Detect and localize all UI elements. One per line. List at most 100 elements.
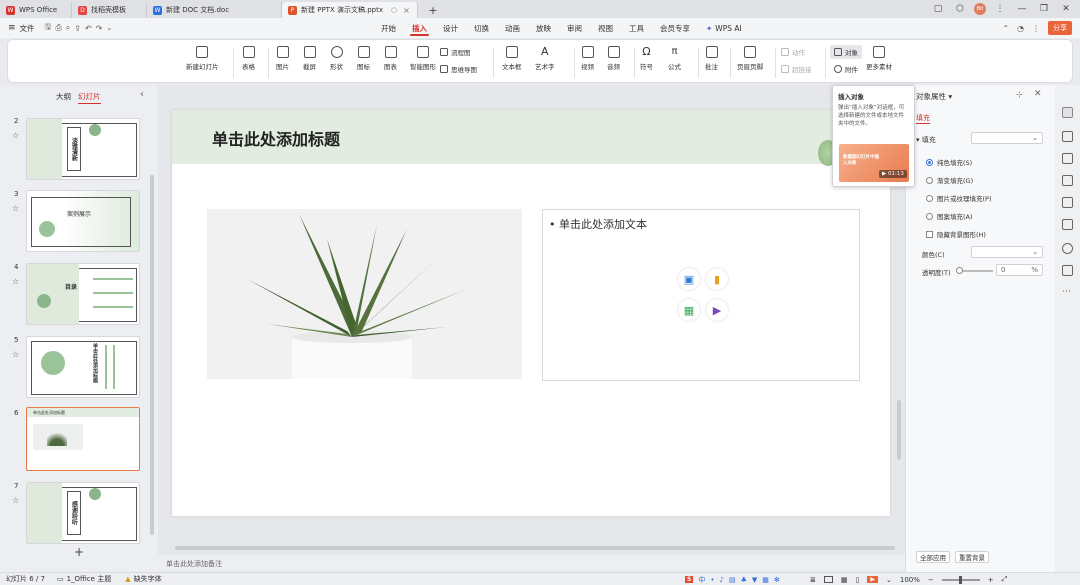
flowchart-button[interactable]: 流程图 bbox=[440, 47, 471, 57]
video-button[interactable]: 视频 bbox=[581, 46, 594, 71]
zoom-slider[interactable] bbox=[941, 575, 980, 584]
collapse-panel-icon[interactable]: ‹ bbox=[140, 89, 144, 100]
chart-button[interactable]: 图表 bbox=[384, 46, 397, 71]
tab-review[interactable]: 审阅 bbox=[559, 18, 590, 38]
slide-thumb-3[interactable]: 案例展示 bbox=[26, 190, 140, 252]
ime-punct-icon[interactable]: • bbox=[710, 576, 714, 584]
avatar[interactable]: Bit bbox=[974, 3, 986, 15]
plant-image[interactable] bbox=[207, 209, 522, 379]
symbol-button[interactable]: Ω 符号 bbox=[640, 46, 653, 72]
tab-view[interactable]: 视图 bbox=[590, 18, 621, 38]
fill-type-select[interactable]: ⌄ bbox=[971, 132, 1043, 144]
star-outline-icon[interactable] bbox=[1062, 131, 1073, 142]
reset-background-button[interactable]: 重置背景 bbox=[955, 551, 989, 563]
star-icon[interactable]: ☆ bbox=[12, 131, 19, 140]
wordart-button[interactable]: A 艺术字 bbox=[535, 46, 555, 72]
share-button[interactable]: 分享 bbox=[1048, 21, 1072, 35]
close-tab-icon[interactable]: × bbox=[403, 6, 410, 15]
thumbnail-scrollbar[interactable] bbox=[150, 175, 154, 535]
textbox-button[interactable]: 文本框 bbox=[502, 46, 522, 71]
chevron-down-icon[interactable]: ▾ bbox=[948, 92, 952, 101]
tab-transition[interactable]: 切换 bbox=[466, 18, 497, 38]
icon-button[interactable]: 图标 bbox=[357, 46, 370, 71]
tab-template[interactable]: D 找稻壳模板 bbox=[72, 2, 147, 18]
chevron-down-icon[interactable]: ⌄ bbox=[106, 24, 112, 32]
hyperlink-button[interactable]: 超链接 bbox=[781, 64, 812, 74]
missing-font[interactable]: 缺失字体 bbox=[134, 574, 162, 584]
radio-picture-fill[interactable]: 图片或纹理填充(P) bbox=[926, 193, 992, 203]
copy-icon[interactable] bbox=[1062, 153, 1073, 164]
minimize-icon[interactable]: — bbox=[1014, 4, 1030, 14]
tab-slides[interactable]: 幻灯片 bbox=[78, 91, 101, 104]
zoom-out-icon[interactable]: − bbox=[928, 576, 934, 584]
mic-icon[interactable]: ♪ bbox=[719, 576, 723, 584]
star-icon[interactable]: ☆ bbox=[12, 277, 19, 286]
box-icon[interactable]: ⬡ bbox=[952, 4, 968, 14]
star-icon[interactable]: ☆ bbox=[12, 350, 19, 359]
tab-slideshow[interactable]: 放映 bbox=[528, 18, 559, 38]
text-placeholder[interactable]: • 单击此处添加文本 ▣ ▮ ▦ ▶ bbox=[542, 209, 860, 381]
wps-ai-button[interactable]: ✦ WPS AI bbox=[698, 18, 750, 38]
slide-sorter-icon[interactable]: ▦ bbox=[841, 576, 848, 584]
insert-video-icon[interactable]: ▶ bbox=[706, 299, 728, 321]
save-icon[interactable]: 🖫 bbox=[45, 21, 52, 35]
tab-tools[interactable]: 工具 bbox=[621, 18, 652, 38]
apply-all-button[interactable]: 全部应用 bbox=[916, 551, 950, 563]
tshirt-icon[interactable]: ▼ bbox=[752, 576, 757, 584]
tab-member[interactable]: 会员专享 bbox=[652, 18, 698, 38]
canvas-vertical-scrollbar[interactable] bbox=[897, 400, 901, 460]
comment-button[interactable]: 批注 bbox=[705, 46, 718, 71]
close-window-icon[interactable]: ✕ bbox=[1058, 4, 1074, 14]
reading-view-icon[interactable]: ▯ bbox=[856, 576, 860, 584]
tab-wps-office[interactable]: W WPS Office bbox=[0, 2, 72, 18]
tab-doc[interactable]: W 新建 DOC 文档.doc bbox=[147, 2, 282, 18]
tab-pptx[interactable]: P 新建 PPTX 演示文稿.pptx ○ × bbox=[282, 2, 418, 18]
properties-icon[interactable] bbox=[1062, 107, 1073, 118]
notes-area[interactable]: 单击此处添加备注 bbox=[158, 555, 905, 570]
notification-icon[interactable]: ◔ bbox=[1017, 24, 1024, 33]
skin-icon[interactable]: ♣ bbox=[741, 576, 747, 584]
attachment-button[interactable]: 附件 bbox=[834, 64, 858, 74]
file-menu[interactable]: 文件 bbox=[20, 23, 35, 34]
tab-fill[interactable]: 填充 bbox=[916, 113, 930, 124]
header-footer-button[interactable]: 页眉页脚 bbox=[737, 46, 763, 71]
slider-handle[interactable] bbox=[956, 267, 963, 274]
radio-solid-fill[interactable]: 纯色填充(S) bbox=[926, 157, 972, 167]
slide-thumb-6[interactable]: 单击此处添加标题 bbox=[26, 407, 140, 471]
collapse-icon[interactable]: ⌃ bbox=[1002, 24, 1009, 33]
new-tab-button[interactable]: + bbox=[418, 2, 448, 18]
slideshow-play-icon[interactable]: ▶ bbox=[867, 576, 878, 583]
restore-icon[interactable]: ❐ bbox=[1036, 4, 1052, 14]
add-slide-button[interactable]: + bbox=[74, 545, 84, 559]
formula-button[interactable]: π 公式 bbox=[668, 46, 681, 71]
settings-icon[interactable] bbox=[1062, 265, 1073, 276]
color-select[interactable]: ⌄ bbox=[971, 246, 1043, 258]
normal-view-icon[interactable] bbox=[823, 576, 833, 583]
shape-button[interactable]: 形状 bbox=[330, 46, 343, 71]
layers-icon[interactable] bbox=[1062, 219, 1073, 230]
ime-chinese-icon[interactable]: 中 bbox=[698, 575, 705, 585]
slide-thumb-7[interactable]: 感谢聆听 bbox=[26, 482, 140, 544]
new-slide-button[interactable]: 新建幻灯片 bbox=[186, 46, 219, 71]
close-panel-icon[interactable]: ✕ bbox=[1034, 89, 1042, 99]
settings-gear-icon[interactable]: ✻ bbox=[774, 576, 780, 584]
tab-insert[interactable]: 插入 bbox=[404, 18, 435, 38]
pin-icon[interactable]: ⊹ bbox=[1016, 90, 1023, 99]
slide-thumb-4[interactable]: 目录 bbox=[26, 263, 140, 325]
table-button[interactable]: 表格 bbox=[242, 46, 255, 71]
tooltip-video[interactable]: 新建副幻灯片中插入对象 ▶ 01:13 bbox=[839, 144, 909, 182]
chevron-down-icon[interactable]: ⌄ bbox=[886, 576, 892, 584]
audio-button[interactable]: 音频 bbox=[607, 46, 620, 71]
print-icon[interactable]: ⎙ bbox=[55, 23, 61, 33]
action-button[interactable]: 动作 bbox=[781, 47, 805, 57]
window-icon[interactable]: ▢ bbox=[930, 4, 946, 14]
tab-animation[interactable]: 动画 bbox=[497, 18, 528, 38]
screenshot-button[interactable]: 截屏 bbox=[303, 46, 316, 71]
tab-design[interactable]: 设计 bbox=[435, 18, 466, 38]
export-icon[interactable]: ⇪ bbox=[74, 24, 81, 33]
zoom-in-icon[interactable]: + bbox=[988, 576, 994, 584]
zoom-value[interactable]: 100% bbox=[900, 576, 920, 584]
canvas-horizontal-scrollbar[interactable] bbox=[175, 546, 895, 550]
slide-thumb-2[interactable]: 淡雅清新 bbox=[26, 118, 140, 180]
more-icon[interactable]: ⋮ bbox=[992, 4, 1008, 14]
